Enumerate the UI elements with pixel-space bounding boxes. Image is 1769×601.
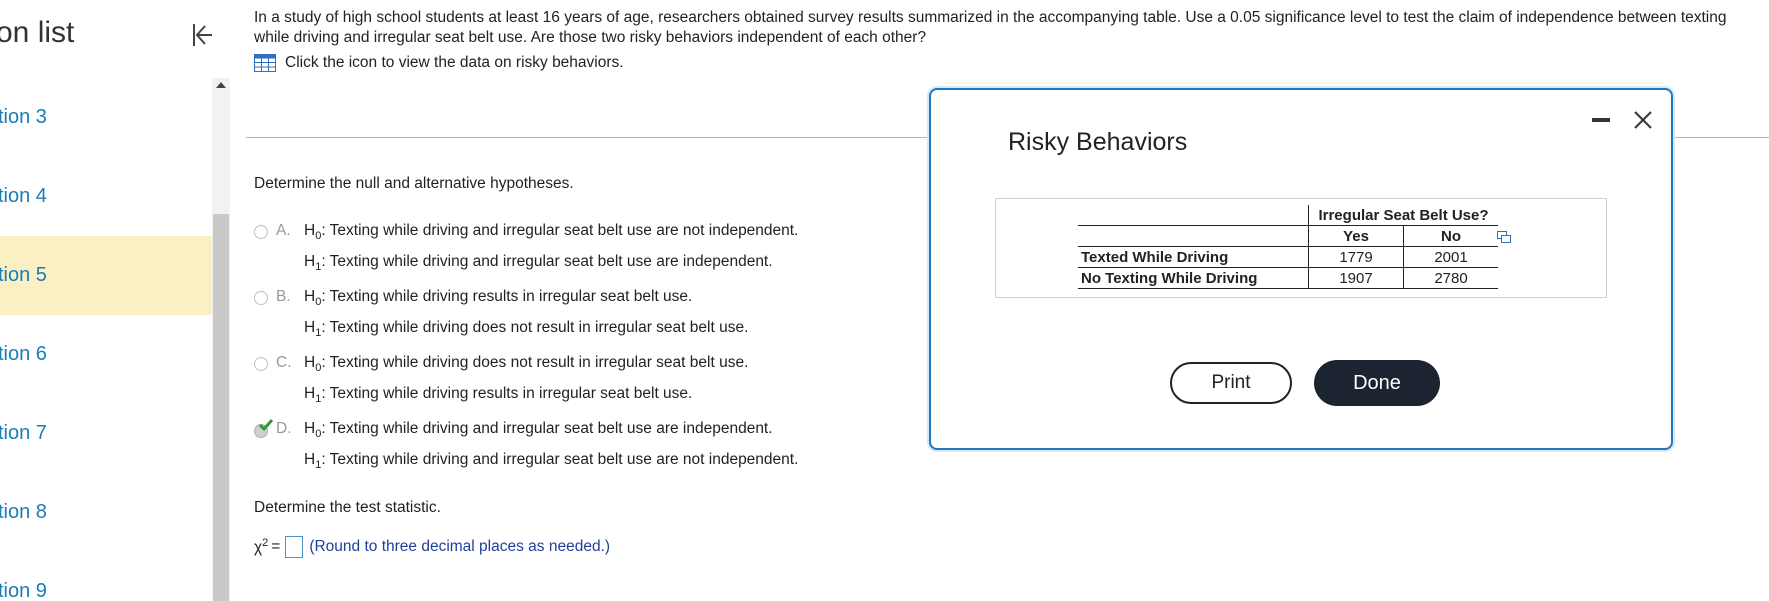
sidebar-item-label: tion 9 — [0, 580, 47, 601]
alternative-hypothesis: H1: Texting while driving and irregular … — [304, 451, 799, 472]
table-row: Texted While Driving 1779 2001 — [1078, 246, 1498, 268]
rounding-hint: (Round to three decimal places as needed… — [309, 538, 611, 555]
sidebar-item-question-9[interactable]: tion 9 — [0, 552, 212, 601]
question-list-sidebar: on list tion 3 tion 4 tion 5 tion 6 tion… — [0, 0, 212, 601]
option-letter: C. — [276, 354, 292, 371]
sidebar-item-question-6[interactable]: tion 6 — [0, 315, 212, 394]
table-cell: 1907 — [1308, 267, 1404, 289]
minimize-button[interactable] — [1591, 110, 1611, 130]
sidebar-scroll-thumb[interactable] — [213, 214, 229, 601]
option-c[interactable]: C. H0: Texting while driving does not re… — [254, 354, 748, 412]
option-c-radio[interactable] — [254, 357, 268, 371]
null-hypothesis: H0: Texting while driving and irregular … — [304, 420, 773, 441]
chi-square-symbol: χ2 — [254, 536, 269, 557]
table-row: No Texting While Driving 1907 2780 — [1078, 267, 1498, 289]
chi-square-answer-row: χ2 = (Round to three decimal places as n… — [254, 536, 610, 558]
minimize-icon — [1592, 118, 1610, 122]
copy-to-clipboard-icon[interactable] — [1497, 231, 1511, 243]
option-d[interactable]: D. H0: Texting while driving and irregul… — [254, 419, 799, 478]
sidebar-item-question-7[interactable]: tion 7 — [0, 394, 212, 473]
view-data-label: Click the icon to view the data on risky… — [285, 54, 624, 71]
option-a[interactable]: A. H0: Texting while driving and irregul… — [254, 222, 798, 280]
alternative-hypothesis: H1: Texting while driving results in irr… — [304, 385, 693, 406]
collapse-left-icon — [193, 24, 212, 46]
row-label: No Texting While Driving — [1078, 267, 1309, 289]
sidebar-item-label: tion 7 — [0, 422, 47, 444]
close-icon — [1634, 111, 1652, 129]
alternative-hypothesis: H1: Texting while driving does not resul… — [304, 319, 749, 340]
option-d-radio[interactable] — [254, 419, 274, 438]
close-button[interactable] — [1631, 108, 1655, 132]
option-letter: A. — [276, 222, 291, 239]
checkmark-icon — [258, 419, 274, 432]
equals-sign: = — [271, 538, 281, 555]
dialog-title: Risky Behaviors — [1008, 128, 1188, 156]
sidebar-item-label: tion 6 — [0, 343, 47, 365]
sidebar-item-label: tion 5 — [0, 264, 47, 286]
chi-square-input[interactable] — [285, 536, 304, 558]
sidebar-item-question-4[interactable]: tion 4 — [0, 157, 212, 236]
view-data-link[interactable]: Click the icon to view the data on risky… — [254, 54, 624, 72]
test-statistic-prompt: Determine the test statistic. — [254, 499, 441, 516]
table-icon — [254, 54, 276, 72]
sidebar-title: on list — [0, 16, 75, 49]
null-hypothesis: H0: Texting while driving does not resul… — [304, 354, 749, 375]
sidebar-item-question-5[interactable]: tion 5 — [0, 236, 212, 315]
option-letter: D. — [276, 420, 292, 437]
hypotheses-prompt: Determine the null and alternative hypot… — [254, 175, 574, 192]
sidebar-item-question-8[interactable]: tion 8 — [0, 473, 212, 552]
collapse-sidebar-button[interactable] — [186, 18, 212, 52]
sidebar-item-question-3[interactable]: tion 3 — [0, 78, 212, 157]
column-header-no: No — [1403, 225, 1498, 247]
row-label: Texted While Driving — [1078, 246, 1309, 268]
alternative-hypothesis: H1: Texting while driving and irregular … — [304, 253, 773, 274]
sidebar-item-label: tion 3 — [0, 106, 47, 128]
scroll-up-arrow-icon[interactable] — [216, 82, 226, 88]
option-letter: B. — [276, 288, 291, 305]
column-header-yes: Yes — [1308, 225, 1404, 247]
risky-behaviors-dialog: Risky Behaviors Irregular Seat Belt Use?… — [929, 88, 1673, 450]
table-cell: 2780 — [1403, 267, 1498, 289]
group-header: Irregular Seat Belt Use? — [1308, 205, 1498, 226]
print-button[interactable]: Print — [1170, 362, 1292, 404]
question-intro: In a study of high school students at le… — [254, 9, 1727, 46]
done-button[interactable]: Done — [1314, 360, 1440, 406]
option-a-radio[interactable] — [254, 225, 268, 239]
data-table-container: Irregular Seat Belt Use? Yes No Texted W… — [995, 198, 1607, 298]
sidebar-item-label: tion 8 — [0, 501, 47, 523]
option-b[interactable]: B. H0: Texting while driving results in … — [254, 288, 748, 346]
table-cell: 2001 — [1403, 246, 1498, 268]
risky-behaviors-table: Irregular Seat Belt Use? Yes No Texted W… — [1078, 205, 1498, 289]
table-cell: 1779 — [1308, 246, 1404, 268]
null-hypothesis: H0: Texting while driving results in irr… — [304, 288, 693, 309]
option-b-radio[interactable] — [254, 291, 268, 305]
null-hypothesis: H0: Texting while driving and irregular … — [304, 222, 799, 243]
sidebar-item-label: tion 4 — [0, 185, 47, 207]
